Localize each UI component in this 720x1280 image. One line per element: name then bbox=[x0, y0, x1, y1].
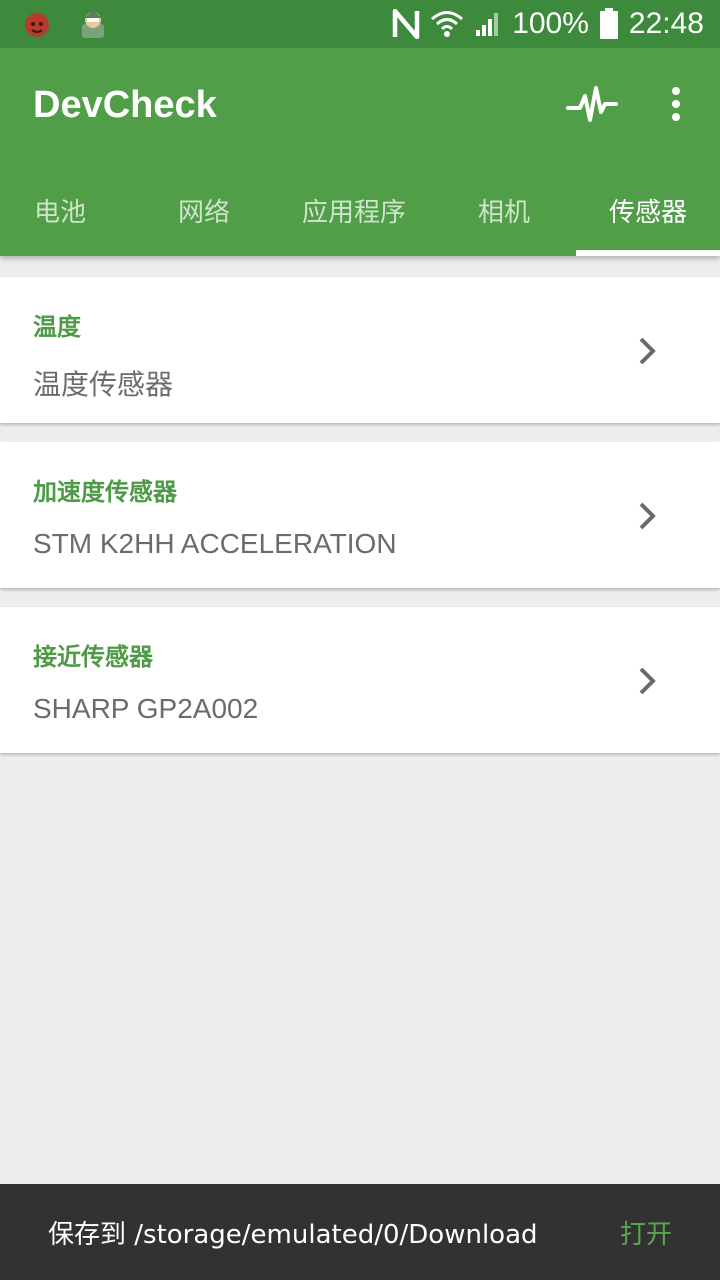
nfc-icon bbox=[392, 9, 420, 39]
tab-camera[interactable]: 相机 bbox=[444, 164, 564, 256]
snackbar-message: 保存到 /storage/emulated/0/Download bbox=[48, 1219, 538, 1250]
chevron-right-icon bbox=[639, 667, 656, 695]
chevron-right-icon bbox=[639, 502, 656, 530]
clock: 22:48 bbox=[628, 7, 704, 40]
snackbar: 保存到 /storage/emulated/0/Download 打开 bbox=[0, 1184, 720, 1280]
tab-network[interactable]: 网络 bbox=[144, 164, 264, 256]
tab-bar: 电池 网络 应用程序 相机 传感器 bbox=[0, 164, 720, 256]
sensor-card-temperature[interactable]: 温度 温度传感器 bbox=[0, 277, 720, 423]
sensor-subtitle: 温度传感器 bbox=[33, 369, 174, 400]
more-vert-icon[interactable] bbox=[662, 84, 690, 124]
battery-icon bbox=[599, 8, 618, 39]
status-indicators: 100% 22:48 bbox=[392, 0, 704, 48]
pulse-icon[interactable] bbox=[566, 82, 618, 130]
wifi-icon bbox=[431, 11, 464, 37]
sensor-subtitle: SHARP GP2A002 bbox=[33, 693, 259, 724]
tab-sensors[interactable]: 传感器 bbox=[576, 164, 720, 256]
app-notification-icon bbox=[25, 12, 49, 37]
sensor-subtitle: STM K2HH ACCELERATION bbox=[33, 528, 397, 559]
snackbar-open-button[interactable]: 打开 bbox=[620, 1184, 672, 1280]
app-title: DevCheck bbox=[33, 84, 217, 126]
status-bar: 100% 22:48 bbox=[0, 0, 720, 48]
sensor-title: 温度 bbox=[33, 313, 81, 341]
tab-battery[interactable]: 电池 bbox=[0, 164, 120, 256]
app-bar: DevCheck 电池 网络 应用程序 相机 传感器 bbox=[0, 48, 720, 256]
sensor-title: 接近传感器 bbox=[33, 643, 153, 671]
chevron-right-icon bbox=[639, 337, 656, 365]
signal-icon bbox=[476, 13, 499, 36]
sensor-card-proximity[interactable]: 接近传感器 SHARP GP2A002 bbox=[0, 607, 720, 753]
active-tab-indicator bbox=[576, 250, 720, 256]
sensor-title: 加速度传感器 bbox=[33, 478, 177, 506]
battery-percent: 100% bbox=[512, 7, 589, 40]
tab-apps[interactable]: 应用程序 bbox=[288, 164, 420, 256]
sensor-card-accelerometer[interactable]: 加速度传感器 STM K2HH ACCELERATION bbox=[0, 442, 720, 588]
app-notification-icon bbox=[82, 10, 104, 38]
notification-icons bbox=[20, 8, 110, 40]
